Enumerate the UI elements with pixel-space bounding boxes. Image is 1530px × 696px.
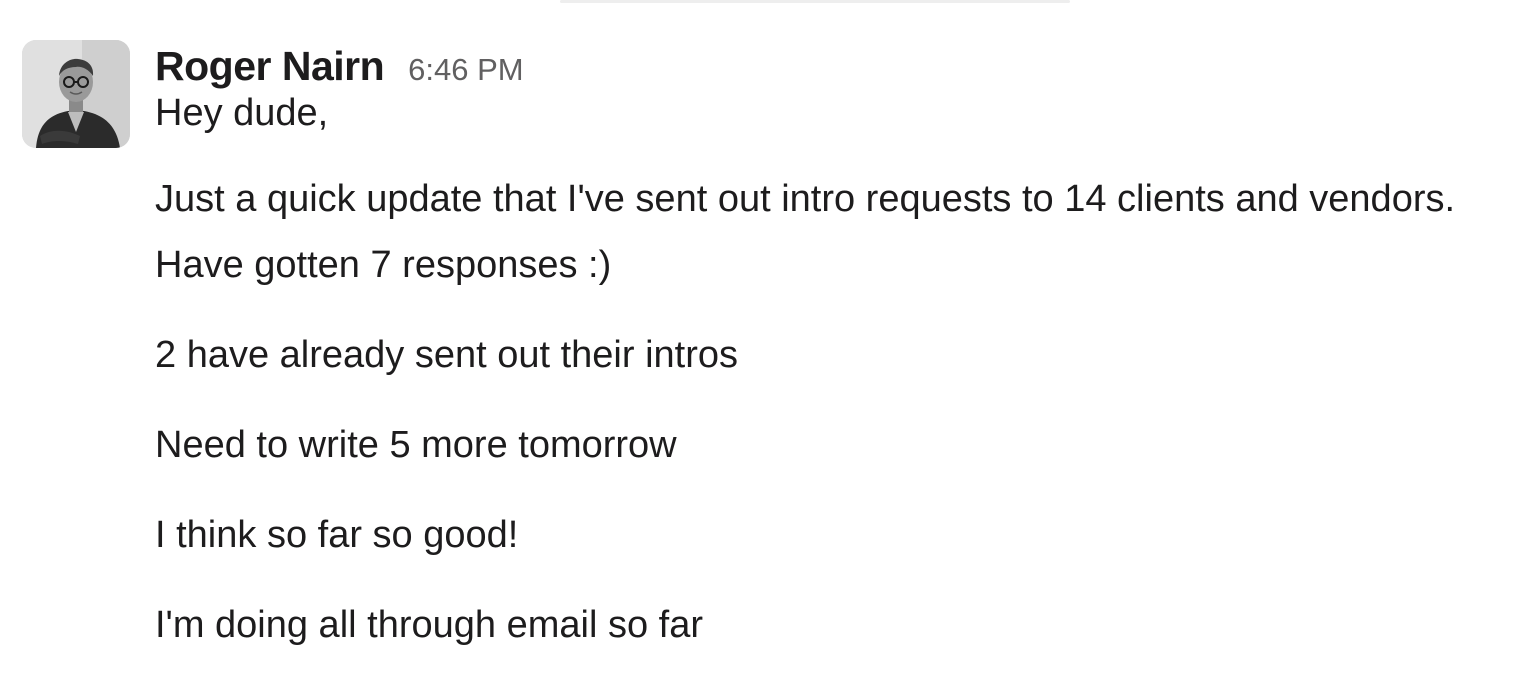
avatar[interactable] [22,40,130,148]
message-paragraph: Just a quick update that I've sent out i… [155,178,1456,286]
message-content: Roger Nairn 6:46 PM Hey dude, Just a qui… [155,40,1525,682]
message-paragraph: I'm doing all through email so far [155,604,703,646]
message-paragraph: I think so far so good! [155,514,519,556]
message-paragraph: Need to write 5 more tomorrow [155,424,677,466]
user-avatar-photo-icon [22,40,130,148]
timestamp[interactable]: 6:46 PM [408,44,523,96]
message-paragraph: 2 have already sent out their intros [155,334,739,376]
message-body: Hey dude, Just a quick update that I've … [155,80,1525,658]
top-divider [560,0,1070,3]
